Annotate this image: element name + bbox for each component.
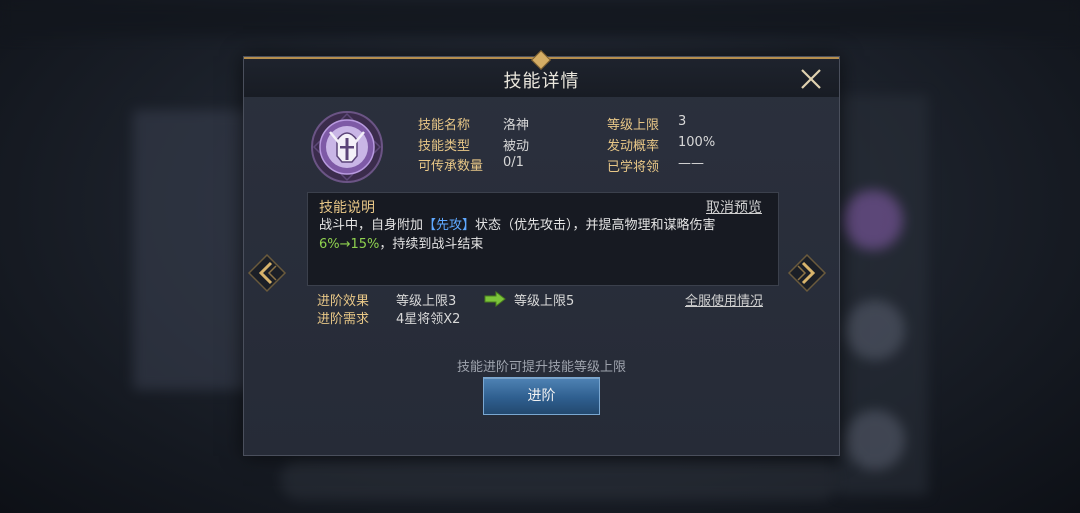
chevron-left-icon bbox=[247, 253, 287, 293]
dialog-title: 技能详情 bbox=[503, 71, 580, 92]
level-cap-label: 等级上限 bbox=[607, 118, 660, 133]
advance-effect-label: 进阶效果 bbox=[317, 294, 370, 309]
advance-requirement-value: 4星将领X2 bbox=[396, 312, 461, 327]
green-arrow-right-icon bbox=[484, 290, 506, 308]
inherit-count-label: 可传承数量 bbox=[418, 159, 484, 174]
server-usage-link[interactable]: 全服使用情况 bbox=[685, 290, 763, 309]
description-text: 战斗中，自身附加【先攻】状态（优先攻击），并提高物理和谋略伤害 6%→15%，持续… bbox=[319, 216, 769, 254]
dialog-header: 技能详情 bbox=[244, 50, 839, 97]
game-screen: 技能详情 技能名称 洛神 技能类型 被动 可传承数量 0/1 等级上限 3 发动… bbox=[0, 0, 1080, 513]
background-circle bbox=[845, 300, 905, 360]
advance-hint: 技能进阶可提升技能等级上限 bbox=[456, 360, 626, 375]
trigger-rate-value: 100% bbox=[678, 135, 716, 150]
skill-name-value: 洛神 bbox=[503, 118, 530, 133]
background-left-panel bbox=[133, 110, 253, 390]
skill-name-label: 技能名称 bbox=[418, 118, 471, 133]
advance-button[interactable]: 进阶 bbox=[483, 377, 600, 415]
advance-effect-from: 等级上限3 bbox=[396, 294, 457, 309]
background-purple-circle bbox=[843, 190, 903, 250]
cancel-preview-link[interactable]: 取消预览 bbox=[706, 197, 762, 217]
close-button[interactable] bbox=[797, 65, 825, 93]
skill-type-value: 被动 bbox=[503, 139, 530, 154]
background-top-bar bbox=[0, 0, 1080, 36]
background-circle bbox=[845, 410, 905, 470]
next-skill-button[interactable] bbox=[787, 253, 827, 293]
trigger-rate-label: 发动概率 bbox=[607, 139, 660, 154]
learned-generals-value: —— bbox=[678, 156, 704, 171]
inherit-count-value: 0/1 bbox=[503, 155, 524, 170]
close-icon bbox=[801, 69, 821, 89]
warrior-helmet-sword-icon bbox=[310, 110, 384, 184]
chevron-right-icon bbox=[787, 253, 827, 293]
learned-generals-label: 已学将领 bbox=[607, 160, 660, 175]
previous-skill-button[interactable] bbox=[247, 253, 287, 293]
description-title: 技能说明 bbox=[319, 200, 375, 216]
level-cap-value: 3 bbox=[678, 114, 687, 129]
advance-effect-to: 等级上限5 bbox=[514, 294, 575, 309]
advance-requirement-label: 进阶需求 bbox=[317, 312, 370, 327]
skill-description-box: 技能说明 取消预览 战斗中，自身附加【先攻】状态（优先攻击），并提高物理和谋略伤… bbox=[307, 192, 779, 286]
skill-detail-dialog: 技能详情 技能名称 洛神 技能类型 被动 可传承数量 0/1 等级上限 3 发动… bbox=[243, 50, 840, 456]
description-part: 战斗中，自身附加 bbox=[319, 218, 424, 233]
damage-range-highlight: 6%→15% bbox=[319, 237, 380, 252]
skill-type-label: 技能类型 bbox=[418, 139, 471, 154]
description-part: 状态（优先攻击），并提高物理和谋略伤害 bbox=[475, 218, 716, 233]
background-bottom-bar bbox=[280, 460, 840, 500]
status-highlight: 【先攻】 bbox=[423, 218, 476, 233]
description-part: ，持续到战斗结束 bbox=[379, 237, 484, 252]
